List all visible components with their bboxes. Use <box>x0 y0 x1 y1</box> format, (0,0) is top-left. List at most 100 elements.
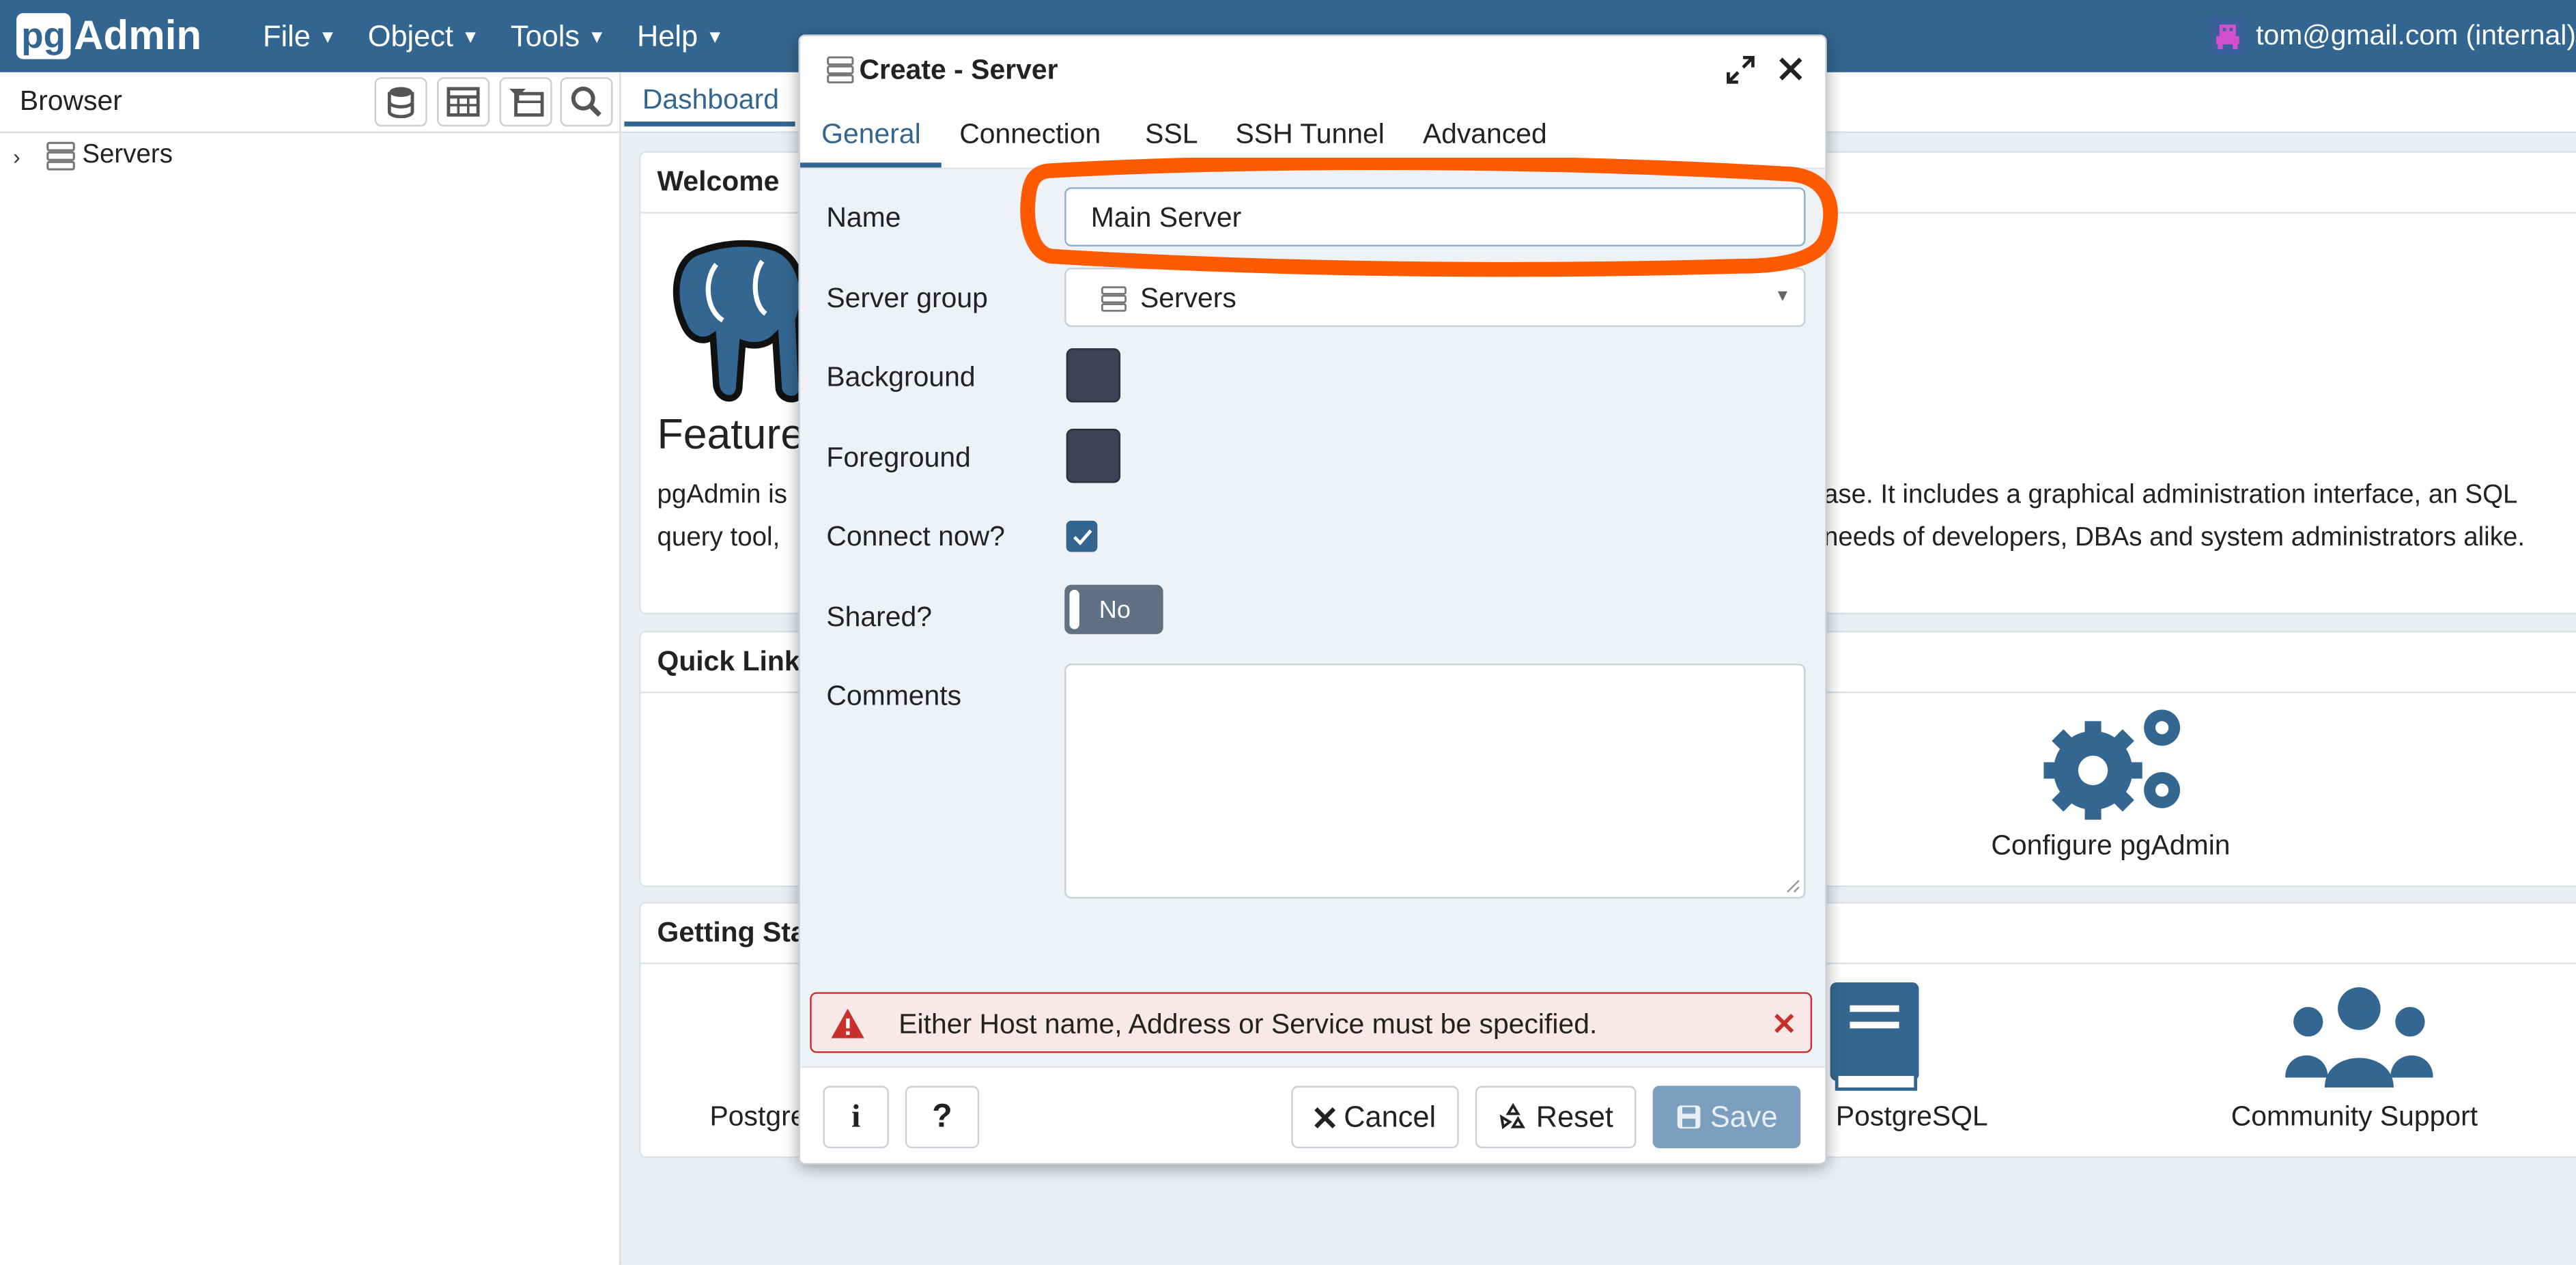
server-group-icon <box>46 141 75 171</box>
browser-title: Browser <box>19 85 122 117</box>
dialog-footer: i ? Cancel Reset Save <box>799 1066 1826 1163</box>
filtered-rows-button[interactable] <box>499 77 552 127</box>
create-server-dialog: Create - Server General Connection SSL S… <box>798 34 1827 1165</box>
maximize-icon[interactable] <box>1726 55 1755 84</box>
user-menu[interactable]: tom@gmail.com (internal) <box>2209 0 2576 72</box>
resize-handle-icon[interactable] <box>1784 877 1800 894</box>
foreground-label: Foreground <box>826 442 971 473</box>
intro-text-1-right: ase. It includes a graphical administrat… <box>1823 481 2518 509</box>
menu-object[interactable]: Object ▼ <box>368 0 479 72</box>
tab-advanced[interactable]: Advanced <box>1423 102 1547 167</box>
floppy-disk-icon <box>1677 1105 1701 1129</box>
menu-help-label: Help <box>637 19 698 53</box>
tree-item-label: Servers <box>82 141 173 169</box>
cancel-label: Cancel <box>1344 1099 1436 1133</box>
intro-text-1-left: pgAdmin is <box>657 481 787 509</box>
foreground-color-picker[interactable] <box>1066 429 1121 483</box>
table-icon <box>447 87 480 117</box>
error-message: Either Host name, Address or Service mus… <box>810 992 1813 1053</box>
features-title: Feature <box>657 409 805 459</box>
close-icon[interactable] <box>1779 57 1802 81</box>
connect-now-checkbox[interactable] <box>1066 520 1098 552</box>
info-button[interactable]: i <box>823 1085 889 1148</box>
tree-item-servers[interactable]: › Servers <box>13 141 173 171</box>
postgres-link-partial[interactable]: Postgre <box>710 1100 806 1133</box>
info-icon: i <box>851 1098 861 1135</box>
menu-help[interactable]: Help ▼ <box>637 0 724 72</box>
intro-text-2-left: query tool, <box>657 524 780 552</box>
postgres-docs-link[interactable]: : PostgreSQL <box>1820 1100 1988 1133</box>
chevron-down-icon: ▼ <box>588 27 606 48</box>
server-group-select[interactable]: Servers ▼ <box>1064 268 1806 327</box>
name-input[interactable]: Main Server <box>1064 187 1806 246</box>
server-icon <box>827 56 854 84</box>
logo-pg: pg <box>16 13 71 59</box>
server-group-label: Server group <box>826 282 988 314</box>
logo-admin: Admin <box>74 12 202 59</box>
menu-tools-label: Tools <box>510 19 580 53</box>
dialog-tabs: General Connection SSL SSH Tunnel Advanc… <box>799 102 1826 169</box>
error-text: Either Host name, Address or Service mus… <box>898 1008 1598 1040</box>
browser-header: Browser <box>0 72 620 133</box>
postgres-elephant-icon <box>673 240 806 403</box>
main-menu: File ▼ Object ▼ Tools ▼ Help ▼ <box>263 0 755 72</box>
community-support-link[interactable]: Community Support <box>2231 1100 2478 1133</box>
warning-icon <box>831 1008 864 1038</box>
reset-label: Reset <box>1535 1099 1613 1133</box>
tab-ssl[interactable]: SSL <box>1145 102 1198 167</box>
shared-label: Shared? <box>826 601 933 633</box>
user-avatar-icon <box>2209 18 2246 55</box>
query-tool-button[interactable] <box>374 77 427 127</box>
name-label: Name <box>826 201 901 233</box>
shared-toggle-value: No <box>1099 595 1131 624</box>
chevron-down-icon: ▼ <box>706 27 724 48</box>
community-icon[interactable] <box>2285 986 2433 1091</box>
intro-text-2-right: needs of developers, DBAs and system adm… <box>1823 524 2525 552</box>
configure-pgadmin-link[interactable]: Configure pgAdmin <box>1991 829 2230 862</box>
server-group-icon <box>1101 286 1127 312</box>
chevron-down-icon: ▼ <box>318 27 337 48</box>
help-icon: ? <box>932 1098 952 1135</box>
chevron-down-icon: ▼ <box>1774 287 1791 306</box>
comments-textarea[interactable] <box>1064 664 1806 899</box>
comments-label: Comments <box>826 680 962 711</box>
connect-now-label: Connect now? <box>826 520 1005 552</box>
save-label: Save <box>1710 1099 1778 1133</box>
menu-object-label: Object <box>367 19 453 53</box>
view-data-button[interactable] <box>437 77 490 127</box>
checkmark-icon <box>1072 528 1092 545</box>
menu-file-label: File <box>263 19 311 53</box>
dialog-title: Create - Server <box>859 54 1058 86</box>
dialog-header[interactable]: Create - Server <box>799 35 1826 104</box>
background-label: Background <box>826 361 976 393</box>
save-button[interactable]: Save <box>1652 1085 1801 1148</box>
pgadmin-logo[interactable]: pg Admin <box>16 10 201 62</box>
close-icon[interactable] <box>1774 1014 1794 1034</box>
chevron-down-icon: ▼ <box>462 27 480 48</box>
toggle-knob <box>1069 589 1079 629</box>
menu-file[interactable]: File ▼ <box>263 0 337 72</box>
chevron-right-icon[interactable]: › <box>13 144 46 169</box>
cancel-button[interactable]: Cancel <box>1291 1085 1459 1148</box>
database-icon <box>387 87 414 119</box>
search-icon <box>571 86 601 117</box>
shared-toggle[interactable]: No <box>1064 584 1163 634</box>
tab-dashboard[interactable]: Dashboard <box>624 72 795 127</box>
filter-table-icon <box>509 88 544 117</box>
menu-tools[interactable]: Tools ▼ <box>511 0 606 72</box>
name-input-value: Main Server <box>1090 201 1242 233</box>
gears-icon[interactable] <box>2041 705 2192 826</box>
recycle-icon <box>1499 1103 1525 1130</box>
screen: pg Admin File ▼ Object ▼ Tools ▼ Help ▼ tom@… <box>0 0 2576 1265</box>
book-icon[interactable] <box>1827 979 1923 1094</box>
user-email: tom@gmail.com (internal) <box>2256 19 2576 51</box>
reset-button[interactable]: Reset <box>1475 1085 1637 1148</box>
close-icon <box>1314 1106 1336 1128</box>
tab-ssh-tunnel[interactable]: SSH Tunnel <box>1236 102 1385 167</box>
search-button[interactable] <box>560 77 613 127</box>
browser-panel: Browser › Servers <box>0 72 621 1265</box>
tab-general[interactable]: General <box>799 102 942 168</box>
tab-connection[interactable]: Connection <box>959 102 1101 167</box>
background-color-picker[interactable] <box>1066 348 1121 403</box>
help-button[interactable]: ? <box>905 1085 980 1148</box>
